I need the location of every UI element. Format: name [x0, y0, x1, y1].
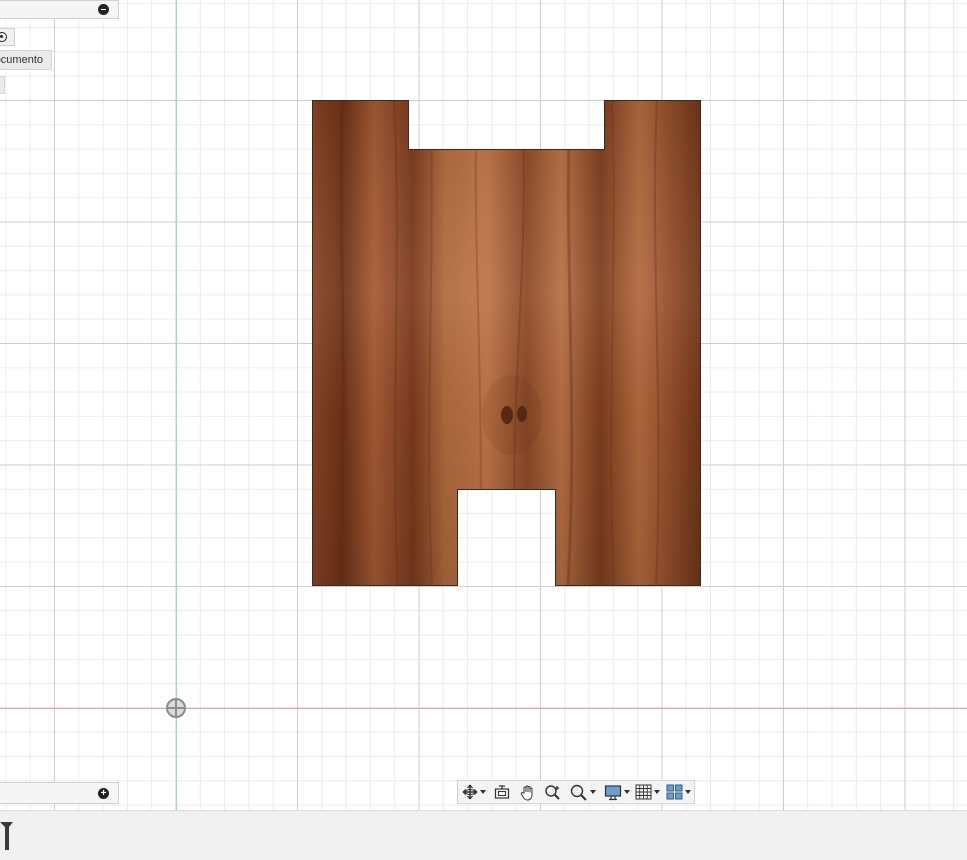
- grid-settings-icon: [635, 784, 652, 800]
- chevron-down-icon: [654, 790, 660, 794]
- chevron-down-icon: [590, 790, 596, 794]
- navigation-toolbar: [457, 780, 695, 804]
- y-axis-line: [176, 0, 177, 810]
- zoom-icon: [545, 784, 560, 800]
- orbit-button[interactable]: [462, 783, 486, 801]
- zoom-window-icon: [570, 784, 587, 801]
- look-at-button[interactable]: [494, 783, 510, 801]
- zoom-button[interactable]: [544, 783, 562, 801]
- timeline-bar: [0, 810, 967, 860]
- chevron-down-icon: [480, 790, 486, 794]
- expand-panel-icon[interactable]: +: [98, 788, 109, 799]
- x-axis-line: [0, 708, 967, 709]
- document-settings-label: ocumento: [0, 54, 43, 66]
- wooden-part[interactable]: [312, 100, 702, 587]
- zoom-window-button[interactable]: [570, 783, 596, 801]
- display-settings-icon: [604, 784, 622, 800]
- pan-hand-icon: [520, 785, 533, 801]
- viewports-icon: [666, 784, 683, 800]
- display-settings-button[interactable]: [604, 783, 630, 801]
- viewports-button[interactable]: [666, 783, 691, 801]
- timeline-marker-icon[interactable]: [0, 821, 14, 851]
- design-canvas[interactable]: [0, 0, 967, 810]
- comments-panel-header: +: [0, 782, 119, 804]
- visibility-toggle[interactable]: [0, 28, 15, 46]
- collapse-panel-icon[interactable]: –: [98, 4, 109, 15]
- orbit-icon: [462, 784, 478, 800]
- chevron-down-icon: [685, 790, 691, 794]
- browser-subitem[interactable]: [0, 76, 5, 94]
- radio-icon: [0, 32, 7, 42]
- grid-settings-button[interactable]: [635, 783, 660, 801]
- pan-button[interactable]: [520, 783, 537, 801]
- document-settings-item[interactable]: ocumento: [0, 50, 52, 70]
- chevron-down-icon: [624, 790, 630, 794]
- look-at-icon: [494, 785, 510, 799]
- browser-panel-header: –: [0, 0, 119, 19]
- origin-point-icon[interactable]: [166, 698, 186, 718]
